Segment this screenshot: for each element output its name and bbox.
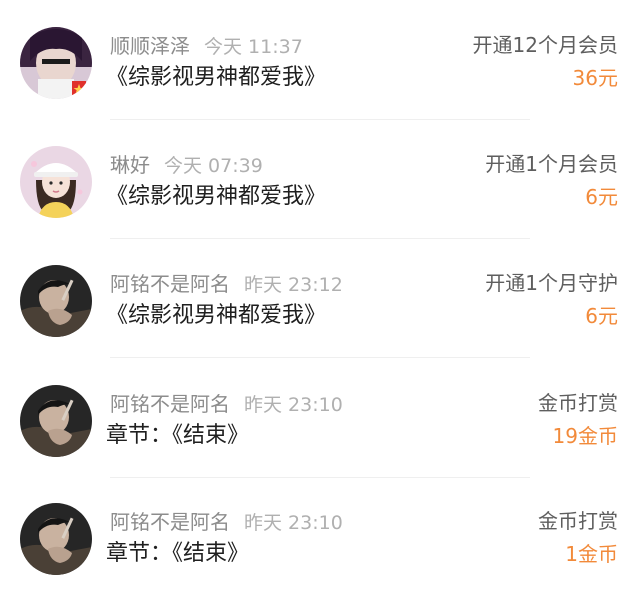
- user-avatar[interactable]: [20, 265, 92, 337]
- amount-value: 6元: [585, 185, 618, 209]
- user-avatar[interactable]: [20, 385, 92, 457]
- action-label: 开通1个月守护: [485, 271, 618, 295]
- user-avatar-dark-icon: [20, 385, 92, 457]
- user-name[interactable]: 顺顺泽泽: [110, 34, 190, 58]
- user-avatar[interactable]: [20, 27, 92, 99]
- divider: [110, 119, 530, 120]
- row-meta: 顺顺泽泽 今天 11:37: [110, 34, 303, 59]
- timestamp: 昨天 23:12: [244, 274, 343, 296]
- work-title[interactable]: 《综影视男神都爱我》: [106, 64, 326, 92]
- reward-record-list: 顺顺泽泽 今天 11:37 《综影视男神都爱我》 开通12个月会员 36元 琳好…: [0, 0, 640, 591]
- work-title[interactable]: 《综影视男神都爱我》: [106, 302, 326, 330]
- user-avatar-dark-icon: [20, 265, 92, 337]
- action-label: 金币打赏: [538, 509, 618, 533]
- amount-value: 36元: [572, 66, 618, 90]
- work-title[interactable]: 《综影视男神都爱我》: [106, 183, 326, 211]
- list-item[interactable]: 阿铭不是阿名 昨天 23:12 《综影视男神都爱我》 开通1个月守护 6元: [0, 240, 640, 358]
- row-meta: 阿铭不是阿名 昨天 23:10: [110, 510, 343, 535]
- list-item[interactable]: 阿铭不是阿名 昨天 23:10 章节：《结束》 金币打赏 19金币: [0, 360, 640, 478]
- user-avatar[interactable]: [20, 146, 92, 218]
- amount-value: 1金币: [565, 542, 618, 566]
- amount-value: 6元: [585, 304, 618, 328]
- divider: [110, 238, 530, 239]
- action-label: 开通12个月会员: [472, 33, 618, 57]
- timestamp: 今天 11:37: [204, 36, 303, 58]
- user-name[interactable]: 阿铭不是阿名: [110, 392, 230, 416]
- chapter-title[interactable]: 章节：《结束》: [106, 422, 249, 450]
- timestamp: 今天 07:39: [164, 155, 263, 177]
- user-name[interactable]: 阿铭不是阿名: [110, 272, 230, 296]
- row-meta: 阿铭不是阿名 昨天 23:10: [110, 392, 343, 417]
- timestamp: 昨天 23:10: [244, 394, 343, 416]
- list-item[interactable]: 顺顺泽泽 今天 11:37 《综影视男神都爱我》 开通12个月会员 36元: [0, 2, 640, 120]
- user-avatar-dark-icon: [20, 503, 92, 575]
- user-avatar-girl-hat-icon: [20, 146, 92, 218]
- chapter-title[interactable]: 章节：《结束》: [106, 540, 249, 568]
- user-name[interactable]: 阿铭不是阿名: [110, 510, 230, 534]
- action-label: 开通1个月会员: [485, 152, 618, 176]
- user-name[interactable]: 琳好: [110, 153, 150, 177]
- amount-value: 19金币: [552, 424, 618, 448]
- row-meta: 阿铭不是阿名 昨天 23:12: [110, 272, 343, 297]
- row-meta: 琳好 今天 07:39: [110, 153, 263, 178]
- list-item[interactable]: 阿铭不是阿名 昨天 23:10 章节：《结束》 金币打赏 1金币: [0, 478, 640, 591]
- user-avatar-purple-icon: [20, 27, 92, 99]
- divider: [110, 357, 530, 358]
- action-label: 金币打赏: [538, 391, 618, 415]
- list-item[interactable]: 琳好 今天 07:39 《综影视男神都爱我》 开通1个月会员 6元: [0, 121, 640, 239]
- timestamp: 昨天 23:10: [244, 512, 343, 534]
- user-avatar[interactable]: [20, 503, 92, 575]
